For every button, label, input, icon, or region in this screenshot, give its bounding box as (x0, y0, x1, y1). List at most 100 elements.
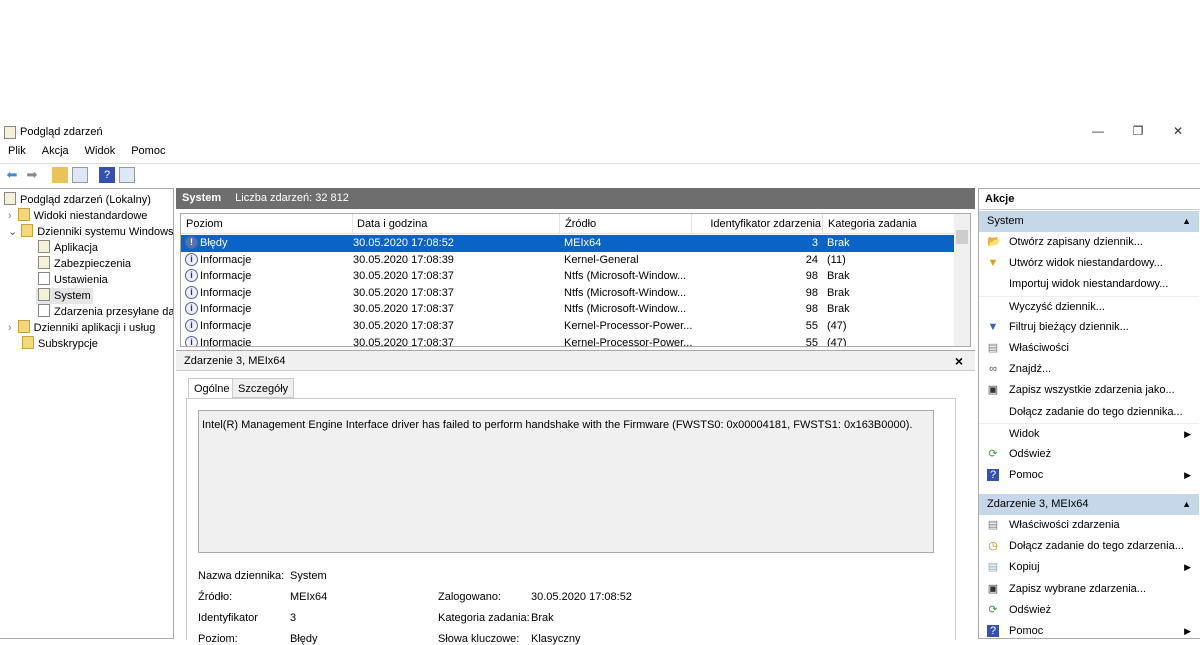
cell-date: 30.05.2020 17:08:37 (353, 320, 454, 332)
table-row[interactable]: ! Błędy 30.05.2020 17:08:52 MEIx64 3 Bra… (181, 235, 956, 252)
tree-custom-views[interactable]: › Widoki niestandardowe (8, 208, 147, 224)
help-icon[interactable]: ? (99, 167, 115, 183)
scrollbar[interactable] (954, 214, 970, 346)
cell-level: Informacje (200, 270, 252, 283)
back-icon[interactable]: ⬅ (4, 167, 20, 183)
tab-ogolne[interactable]: Ogólne (188, 378, 236, 398)
col-poziom[interactable]: Poziom (186, 214, 223, 234)
action-item[interactable]: ? Pomoc ▶ (979, 465, 1199, 486)
action-item[interactable]: ∞ Znajdź... (979, 359, 1199, 380)
menu-plik[interactable]: Plik (0, 145, 34, 161)
action-item[interactable]: ▤ Właściwości zdarzenia (979, 515, 1199, 536)
tree-root[interactable]: Podgląd zdarzeń (Lokalny) (4, 192, 151, 208)
properties-icon: ▤ (987, 519, 999, 531)
folder-icon (17, 208, 30, 221)
window-title: Podgląd zdarzeń (20, 126, 103, 138)
close-button[interactable]: ✕ (1163, 124, 1193, 138)
action-item[interactable]: 📂 Otwórz zapisany dziennik... (979, 232, 1199, 253)
action-label: Znajdź... (1009, 363, 1052, 376)
table-row[interactable]: i Informacje 30.05.2020 17:08:37 Kernel-… (181, 318, 956, 335)
col-zrodlo[interactable]: Źródło (559, 214, 596, 234)
main-pane: System Liczba zdarzeń: 32 812 Poziom Data… (176, 188, 975, 645)
action-item[interactable]: Importuj widok niestandardowy... (979, 274, 1199, 295)
show-hide-action-pane-icon[interactable] (119, 167, 135, 183)
event-detail: Zdarzenie 3, MEIx64 × Ogólne Szczegóły In… (176, 350, 975, 645)
submenu-arrow-icon: ▶ (1184, 562, 1191, 573)
info-icon: i (185, 302, 198, 316)
value-keywords: Klasyczny (531, 633, 581, 645)
tree-item-ustawienia[interactable]: Ustawienia (38, 272, 108, 288)
scrollbar-thumb[interactable] (956, 230, 968, 244)
action-label: Odśwież (1009, 448, 1052, 460)
cell-category: Brak (827, 303, 850, 316)
action-item[interactable]: ⟳ Odśwież (979, 600, 1199, 621)
chevron-right-icon[interactable]: › (8, 210, 12, 222)
tree-windows-logs[interactable]: ⌄ Dzienniki systemu Windows (8, 224, 173, 240)
cell-level: Informacje (200, 336, 252, 347)
collapse-icon[interactable]: ▲ (1182, 211, 1191, 232)
action-label: Dołącz zadanie do tego zdarzenia... (1009, 540, 1184, 553)
menu-akcja[interactable]: Akcja (34, 145, 77, 161)
table-row[interactable]: i Informacje 30.05.2020 17:08:39 Kernel-… (181, 252, 956, 269)
cell-source: MEIx64 (564, 237, 602, 249)
folder-icon (17, 320, 30, 333)
action-item[interactable]: Wyczyść dziennik... (979, 295, 1199, 317)
cell-date: 30.05.2020 17:08:52 (353, 237, 454, 249)
action-item[interactable]: ▣ Zapisz wszystkie zdarzenia jako... (979, 380, 1199, 401)
action-item[interactable]: ▼ Utwórz widok niestandardowy... (979, 253, 1199, 274)
collapse-icon[interactable]: ▲ (1182, 494, 1191, 515)
menu-widok[interactable]: Widok (77, 145, 124, 161)
copy-icon: ▤ (987, 561, 999, 574)
event-viewer-icon (4, 192, 16, 205)
section-event[interactable]: Zdarzenie 3, MEIx64 ▲ (979, 494, 1199, 515)
cell-category: Brak (827, 286, 850, 299)
table-row[interactable]: i Informacje 30.05.2020 17:08:37 Ntfs (M… (181, 285, 956, 302)
tree-item-zabezpieczenia[interactable]: Zabezpieczenia (38, 256, 131, 272)
value-category: Brak (531, 612, 554, 624)
action-item[interactable]: Dołącz zadanie do tego dziennika... (979, 402, 1199, 423)
table-row[interactable]: i Informacje 30.05.2020 17:08:37 Ntfs (M… (181, 301, 956, 318)
col-id[interactable]: Identyfikator zdarzenia (691, 214, 821, 234)
chevron-down-icon[interactable]: ⌄ (8, 226, 17, 238)
action-item[interactable]: ◷ Dołącz zadanie do tego zdarzenia... (979, 536, 1199, 557)
save-icon: ▣ (987, 582, 999, 595)
tree-item-system[interactable]: System (36, 288, 93, 304)
action-item[interactable]: ▤ Kopiuj ▶ (979, 557, 1199, 578)
action-item[interactable]: ⟳ Odśwież (979, 444, 1199, 465)
tree-subscriptions[interactable]: Subskrypcje (22, 336, 98, 352)
action-label: Właściwości (1009, 342, 1069, 354)
title-bar: Podgląd zdarzeń — ❐ ✕ (0, 122, 1200, 142)
toolbar: ⬅ ➡ ? (0, 163, 1200, 185)
action-item[interactable]: ▼ Filtruj bieżący dziennik... (979, 317, 1199, 338)
find-icon: ∞ (989, 363, 997, 376)
menu-bar: Plik Akcja Widok Pomoc (0, 145, 173, 161)
log-icon (38, 240, 50, 253)
col-data[interactable]: Data i godzina (352, 214, 427, 234)
properties-icon: ▤ (987, 342, 999, 354)
forward-icon[interactable]: ➡ (24, 167, 40, 183)
minimize-button[interactable]: — (1083, 124, 1113, 138)
section-system[interactable]: System ▲ (979, 211, 1199, 232)
tab-szczegoly[interactable]: Szczegóły (232, 378, 295, 398)
tree-item-forwarded[interactable]: Zdarzenia przesyłane dale (38, 304, 173, 320)
table-row[interactable]: i Informacje 30.05.2020 17:08:37 Ntfs (M… (181, 268, 956, 285)
help-icon: ? (987, 469, 999, 482)
maximize-button[interactable]: ❐ (1123, 124, 1153, 138)
tree-app-logs[interactable]: › Dzienniki aplikacji i usług (8, 320, 155, 336)
filter-icon: ▼ (987, 320, 999, 333)
chevron-right-icon[interactable]: › (8, 322, 12, 334)
menu-pomoc[interactable]: Pomoc (123, 145, 173, 161)
action-item[interactable]: Widok ▶ (979, 422, 1199, 444)
tree-item-aplikacja[interactable]: Aplikacja (38, 240, 98, 256)
navigation-tree: Podgląd zdarzeń (Lokalny) › Widoki niesta… (0, 188, 174, 639)
table-row[interactable]: i Informacje 30.05.2020 17:08:37 Kernel-… (181, 335, 956, 347)
action-item[interactable]: ▣ Zapisz wybrane zdarzenia... (979, 579, 1199, 600)
up-folder-icon[interactable] (52, 167, 68, 183)
close-detail-button[interactable]: × (955, 351, 963, 371)
col-kategoria[interactable]: Kategoria zadania (822, 214, 917, 234)
info-icon: i (185, 252, 198, 266)
cell-source: Kernel-Processor-Power... (564, 336, 693, 347)
show-hide-tree-icon[interactable] (72, 167, 88, 183)
cell-date: 30.05.2020 17:08:37 (353, 336, 454, 347)
action-item[interactable]: ▤ Właściwości (979, 338, 1199, 359)
